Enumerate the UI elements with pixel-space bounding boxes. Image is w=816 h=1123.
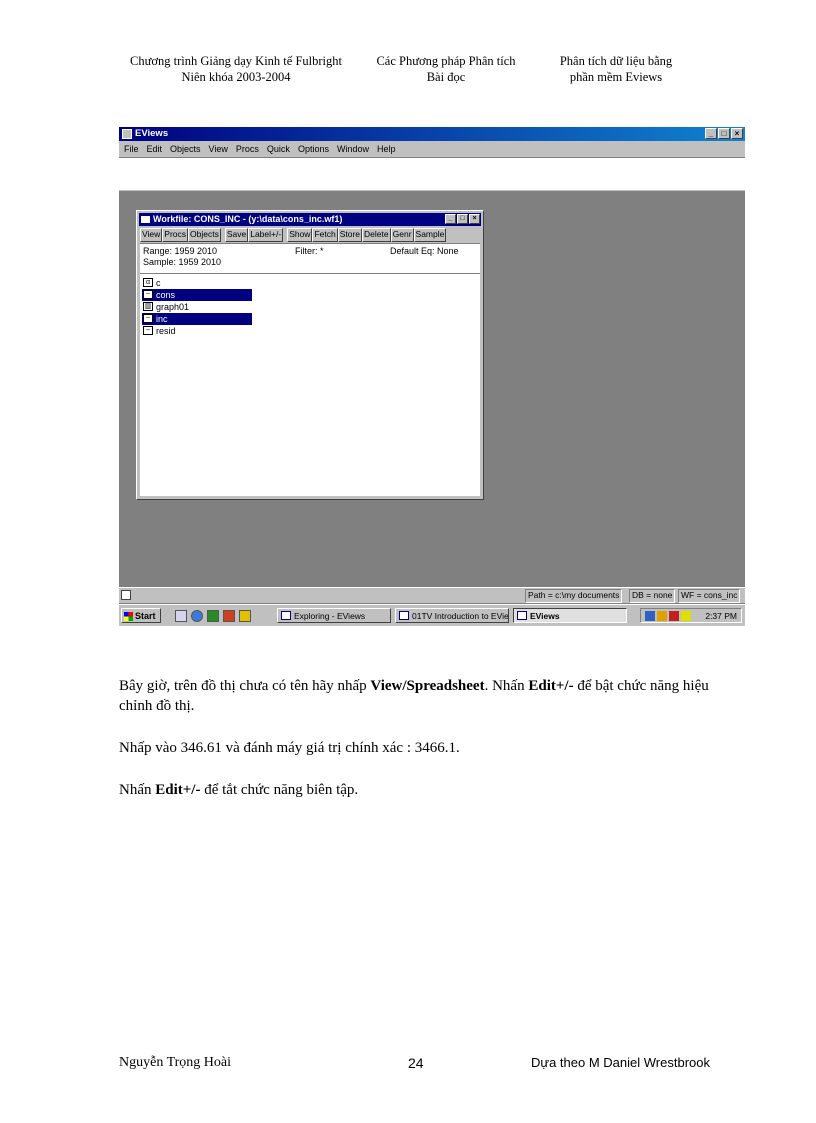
delete-button[interactable]: Delete [362,228,391,242]
eviews-app-icon [122,129,132,139]
series-icon: ~ [143,314,153,323]
header-program-name: Chương trình Giảng dạy Kinh tế Fulbright [130,54,342,68]
list-item-resid[interactable]: ~ resid [142,325,176,337]
task-introduction[interactable]: 01TV Introduction to EVie... [395,608,509,623]
series-icon: ~ [143,290,153,299]
store-button[interactable]: Store [337,228,363,242]
header-program: Chương trình Giảng dạy Kinh tế Fulbright… [118,53,354,85]
tray-network-icon[interactable] [645,611,655,621]
excel-icon[interactable] [207,610,219,622]
menu-help[interactable]: Help [377,144,396,154]
tray-v-icon[interactable] [681,611,691,621]
object-list: αc ~ cons ▥ graph01 ~ inc ~ resid [140,273,480,496]
ie-icon[interactable] [191,610,203,622]
folder-icon [281,611,291,620]
status-wf: WF = cons_inc [678,589,741,603]
workfile-minimize-button[interactable]: _ [445,214,456,224]
edit-toggle-term-2: Edit+/- [155,782,201,798]
workfile-close-button[interactable]: × [469,214,480,224]
tray-app-icon[interactable] [669,611,679,621]
header-topic: Phân tích dữ liệu bằng phần mềm Eviews [546,53,686,85]
status-db: DB = none [629,589,676,603]
menu-options[interactable]: Options [298,144,329,154]
workfile-title: Workfile: CONS_INC - (y:\data\cons_inc.w… [153,214,343,224]
genr-button[interactable]: Genr [390,228,414,242]
header-reading: Bài đọc [426,70,466,84]
sample-text: Sample: 1959 2010 [143,257,222,267]
workfile-maximize-button[interactable]: □ [457,214,468,224]
system-tray: 2:37 PM [640,608,742,623]
workfile-toolbar: View Procs Objects Save Label+/- Show Fe… [140,228,480,242]
view-button[interactable]: View [140,228,163,242]
header-course-name: Các Phương pháp Phân tích [376,54,516,68]
close-button[interactable]: × [731,128,743,139]
task-eviews[interactable]: EViews [513,608,627,623]
procs-button[interactable]: Procs [162,228,189,242]
fetch-button[interactable]: Fetch [312,228,338,242]
command-window[interactable] [119,157,745,191]
list-item-c[interactable]: αc [142,277,161,289]
workfile-icon [141,216,150,223]
list-item-cons[interactable]: ~ cons [142,289,252,301]
instruction-paragraph-1: Bây giờ, trên đồ thị chưa có tên hãy nhấ… [119,678,709,714]
header-topic-line1: Phân tích dữ liệu bằng [559,54,673,68]
maximize-button[interactable]: □ [718,128,730,139]
sample-button[interactable]: Sample [413,228,447,242]
view-spreadsheet-term: View/Spreadsheet [370,678,485,694]
status-path: Path = c:\my documents [525,589,623,603]
taskbar: Start Exploring - EViews 01TV Introducti… [119,604,745,626]
menu-procs[interactable]: Procs [236,144,259,154]
label-button[interactable]: Label+/- [248,228,284,242]
outlook-icon[interactable] [239,610,251,622]
workfile-window-controls: _ □ × [445,214,480,224]
tray-volume-icon[interactable] [657,611,667,621]
eviews-screenshot: EViews _ □ × File Edit Objects View Procs Qui… [119,127,745,626]
workfile-info: Range: 1959 2010 Sample: 1959 2010 Filte… [140,243,480,274]
eviews-icon [517,611,527,620]
desktop-icon[interactable] [175,610,187,622]
menu-view[interactable]: View [209,144,228,154]
list-item-graph01[interactable]: ▥ graph01 [142,301,189,313]
header-topic-line2: phần mềm Eviews [569,70,663,84]
minimize-button[interactable]: _ [705,128,717,139]
header-course: Các Phương pháp Phân tích Bài đọc [366,53,526,85]
windows-flag-icon [124,612,133,622]
app-titlebar: EViews _ □ × [119,127,745,141]
app-title: EViews [135,128,169,139]
objects-button[interactable]: Objects [188,228,221,242]
show-button[interactable]: Show [287,228,313,242]
footer-page-number: 24 [408,1055,424,1071]
footer-credit: Dựa theo M Daniel Wrestbrook [531,1055,710,1070]
alpha-icon: α [143,278,153,287]
save-button[interactable]: Save [224,228,249,242]
instruction-paragraph-3: Nhấn Edit+/- để tắt chức năng biên tập. [119,782,359,798]
document-icon [399,611,409,620]
edit-toggle-term: Edit+/- [528,678,574,694]
menu-objects[interactable]: Objects [170,144,201,154]
start-button[interactable]: Start [121,608,161,623]
instruction-paragraph-2: Nhấp vào 346.61 và đánh máy giá trị chín… [119,740,460,756]
default-eq-text: Default Eq: None [390,246,459,256]
list-item-inc[interactable]: ~ inc [142,313,252,325]
workfile-window: Workfile: CONS_INC - (y:\data\cons_inc.w… [136,210,484,500]
app-window-controls: _ □ × [705,128,743,139]
header-year: Niên khóa 2003-2004 [181,70,291,84]
status-checkbox[interactable] [121,590,131,600]
tray-clock: 2:37 PM [705,611,737,621]
menu-edit[interactable]: Edit [147,144,163,154]
menu-quick[interactable]: Quick [267,144,290,154]
powerpoint-icon[interactable] [223,610,235,622]
menu-file[interactable]: File [124,144,139,154]
filter-text: Filter: * [295,246,324,256]
series-icon: ~ [143,326,153,335]
status-bar: Path = c:\my documents DB = none WF = co… [119,587,745,603]
workfile-titlebar: Workfile: CONS_INC - (y:\data\cons_inc.w… [139,213,481,226]
menu-bar: File Edit Objects View Procs Quick Options Wind… [119,141,745,157]
menu-window[interactable]: Window [337,144,369,154]
range-text: Range: 1959 2010 [143,246,218,256]
graph-icon: ▥ [143,302,153,311]
task-exploring[interactable]: Exploring - EViews [277,608,391,623]
footer-author: Nguyễn Trọng Hoài [119,1055,232,1070]
